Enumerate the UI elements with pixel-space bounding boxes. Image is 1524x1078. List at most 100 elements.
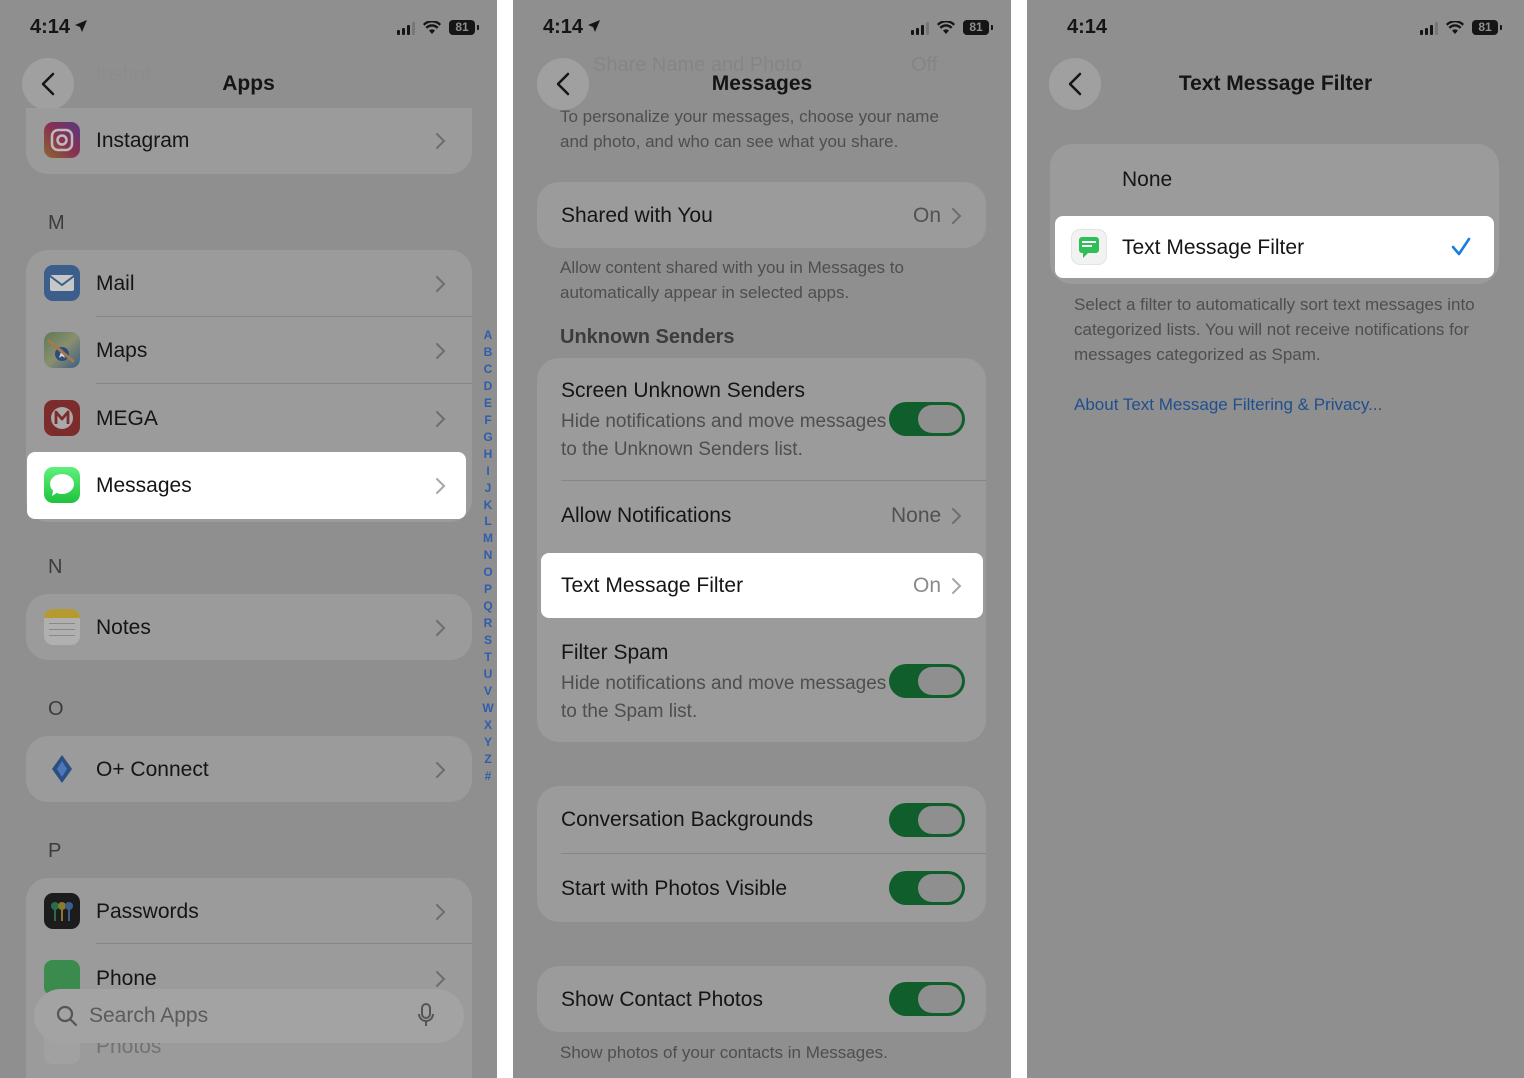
index-letter[interactable]: W [482, 700, 494, 717]
search-icon [56, 1005, 78, 1027]
section-header-m: M [48, 212, 65, 234]
app-item-phone[interactable]: Phone [96, 967, 157, 991]
index-letter[interactable]: E [482, 395, 494, 412]
shared-with-you-row[interactable] [537, 182, 986, 248]
filter-description: Select a filter to automatically sort te… [1074, 295, 1475, 364]
filter-spam-description: Hide notifications and move messages to … [561, 673, 887, 722]
oconnect-app-icon [44, 751, 80, 787]
o-apps-group: O+ Connect [26, 736, 472, 802]
index-letter[interactable]: Z [482, 751, 494, 768]
index-letter[interactable]: I [482, 463, 494, 480]
divider [96, 316, 472, 317]
start-photos-visible-toggle[interactable] [889, 871, 965, 905]
index-letter[interactable]: O [482, 564, 494, 581]
filter-app-icon [1071, 229, 1107, 265]
app-item-oconnect[interactable]: O+ Connect [96, 758, 209, 782]
app-item-mail[interactable]: Mail [96, 272, 135, 296]
index-letter[interactable]: L [482, 513, 494, 530]
index-letter[interactable]: P [482, 581, 494, 598]
display-group: Conversation Backgrounds Start with Phot… [537, 786, 986, 922]
text-message-filter-value: On [913, 574, 942, 597]
app-item-passwords[interactable]: Passwords [96, 900, 199, 924]
screen-unknown-label: Screen Unknown Senders [561, 379, 805, 402]
index-letter[interactable]: K [482, 497, 494, 514]
section-header-n: N [48, 556, 63, 578]
search-input[interactable]: Search Apps [89, 1004, 208, 1028]
messages-app-icon [44, 467, 80, 503]
index-letter[interactable]: D [482, 378, 494, 395]
index-letter[interactable]: S [482, 632, 494, 649]
index-letter[interactable]: # [482, 768, 494, 785]
app-item-notes[interactable]: Notes [96, 616, 151, 640]
divider [561, 480, 986, 481]
index-letter[interactable]: G [482, 429, 494, 446]
index-letter[interactable]: H [482, 446, 494, 463]
index-letter[interactable]: T [482, 649, 494, 666]
option-text-message-filter[interactable]: Text Message Filter [1055, 216, 1494, 278]
instagram-group: Instagram [26, 108, 472, 174]
option-text-message-filter-label: Text Message Filter [1122, 236, 1305, 259]
chevron-right-icon [952, 578, 962, 594]
battery-icon: 81 [963, 20, 993, 35]
start-photos-visible-label: Start with Photos Visible [561, 877, 788, 900]
cellular-signal-icon [1420, 21, 1438, 35]
allow-notifications-value: None [891, 504, 942, 527]
index-letter[interactable]: N [482, 547, 494, 564]
index-letter[interactable]: A [482, 327, 494, 344]
microphone-icon[interactable] [418, 1003, 434, 1029]
wifi-icon [1446, 20, 1464, 34]
filter-spam-label: Filter Spam [561, 641, 669, 664]
divider [96, 383, 472, 384]
search-bar[interactable]: Search Apps [34, 989, 464, 1043]
index-letter[interactable]: F [482, 412, 494, 429]
chevron-right-icon [952, 508, 962, 524]
cellular-signal-icon [397, 21, 415, 35]
app-item-messages[interactable]: Messages [27, 452, 466, 519]
page-title: Text Message Filter [1178, 72, 1373, 95]
shared-description: Allow content shared with you in Message… [560, 258, 904, 302]
chevron-right-icon [436, 762, 446, 778]
index-letter[interactable]: X [482, 717, 494, 734]
allow-notifications-label[interactable]: Allow Notifications [561, 504, 731, 528]
chevron-right-icon [436, 478, 446, 494]
show-contact-photos-toggle[interactable] [889, 982, 965, 1016]
index-letter[interactable]: B [482, 344, 494, 361]
index-letter[interactable]: R [482, 615, 494, 632]
filter-privacy-link[interactable]: About Text Message Filtering & Privacy..… [1074, 395, 1382, 415]
divider [96, 943, 472, 944]
app-item-messages-label: Messages [96, 474, 192, 497]
page-title: Apps [222, 72, 275, 95]
screen-unknown-toggle[interactable] [889, 402, 965, 436]
contact-photos-group: Show Contact Photos [537, 966, 986, 1032]
text-message-filter-row[interactable]: Text Message Filter On [541, 553, 983, 618]
app-item-maps[interactable]: Maps [96, 339, 147, 363]
status-time: 4:14 [30, 16, 88, 39]
index-letter[interactable]: M [482, 530, 494, 547]
index-letter[interactable]: Y [482, 734, 494, 751]
text-message-filter-screen: 4:14 81 Text Message Filter None Text Me… [1027, 0, 1524, 1078]
index-letter[interactable]: V [482, 683, 494, 700]
index-letter[interactable]: U [482, 666, 494, 683]
notes-group: Notes [26, 594, 472, 660]
app-item-mega[interactable]: MEGA [96, 407, 158, 431]
mail-app-icon [44, 265, 80, 301]
page-title: Messages [711, 72, 813, 95]
chevron-right-icon [436, 343, 446, 359]
section-header-o: O [48, 698, 64, 720]
conversation-backgrounds-label: Conversation Backgrounds [561, 808, 814, 831]
index-letter[interactable]: J [482, 480, 494, 497]
messages-settings-screen: 4:14 81 Share Name and Photo Off Message… [513, 0, 1011, 1078]
app-item-instagram[interactable]: Instagram [96, 129, 189, 153]
conversation-backgrounds-toggle[interactable] [889, 803, 965, 837]
show-contact-description: Show photos of your contacts in Messages… [560, 1043, 888, 1062]
index-letter[interactable]: C [482, 361, 494, 378]
chevron-right-icon [436, 133, 446, 149]
location-arrow-icon [587, 16, 601, 39]
intro-text: To personalize your messages, choose you… [560, 107, 939, 151]
status-bar: 4:14 81 [30, 16, 479, 44]
option-none[interactable]: None [1122, 168, 1172, 192]
index-letter[interactable]: Q [482, 598, 494, 615]
filter-spam-toggle[interactable] [889, 664, 965, 698]
alphabet-index[interactable]: A B C D E F G H I J K L M N O P Q R S T U V W X Y Z # [482, 327, 494, 785]
battery-icon: 81 [449, 20, 479, 35]
